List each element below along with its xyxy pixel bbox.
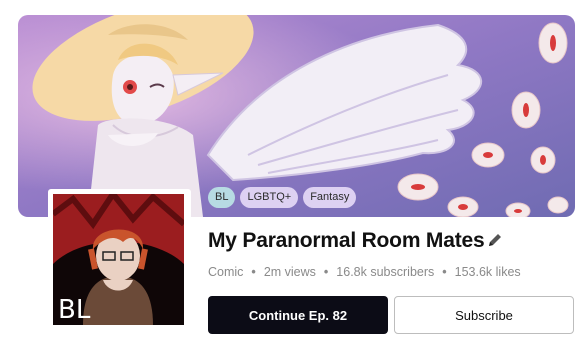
genre-tags: BL LGBTQ+ Fantasy xyxy=(208,187,357,208)
series-title: My Paranormal Room Mates xyxy=(208,229,485,252)
tag-lgbtq[interactable]: LGBTQ+ xyxy=(240,187,299,208)
subscribers-count: 16.8k subscribers xyxy=(336,265,435,279)
series-stats: Comic • 2m views • 16.8k subscribers • 1… xyxy=(208,265,521,279)
genre-label: Comic xyxy=(208,265,244,279)
title-row: My Paranormal Room Mates xyxy=(208,229,503,253)
continue-episode-button[interactable]: Continue Ep. 82 xyxy=(208,296,388,334)
separator-dot: • xyxy=(323,265,329,279)
likes-count: 153.6k likes xyxy=(454,265,521,279)
series-cover[interactable]: BL xyxy=(48,189,191,332)
separator-dot: • xyxy=(251,265,256,279)
separator-dot: • xyxy=(442,265,447,279)
tag-bl[interactable]: BL xyxy=(208,187,236,208)
cover-art: BL xyxy=(53,194,184,325)
cover-badge: BL xyxy=(58,295,91,325)
tag-fantasy[interactable]: Fantasy xyxy=(303,187,357,208)
subscribe-button[interactable]: Subscribe xyxy=(394,296,574,334)
views-count: 2m views xyxy=(263,265,316,279)
pencil-icon[interactable] xyxy=(487,232,503,253)
